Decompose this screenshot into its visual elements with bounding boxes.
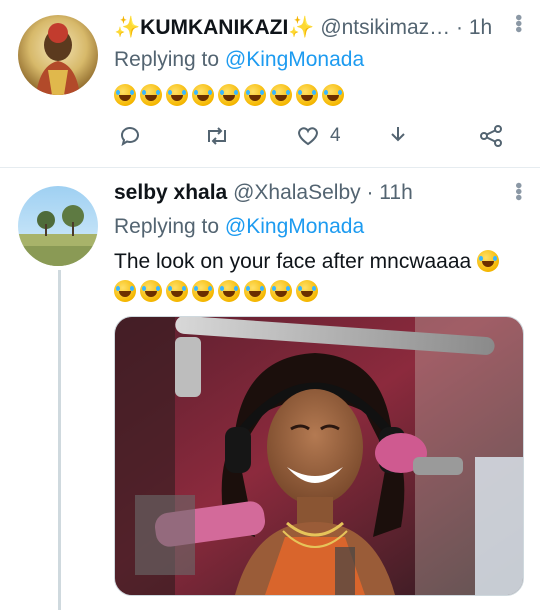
share-button[interactable] [386,124,410,148]
timestamp[interactable]: · 1h [456,16,492,39]
laughing-emoji-icon [166,280,188,302]
mention-link[interactable]: @KingMonada [225,215,364,238]
download-icon [391,127,405,142]
laughing-emoji-icon [270,84,292,106]
mention-link[interactable]: @KingMonada [225,48,364,71]
tweet-media-image[interactable] [114,316,524,596]
replying-prefix: Replying to [114,48,220,71]
laughing-emoji-icon [322,84,344,106]
laughing-emoji-icon [140,280,162,302]
laughing-emoji-icon [244,84,266,106]
display-name[interactable]: selby xhala [114,181,227,204]
like-count: 4 [330,125,341,146]
laughing-emoji-icon [140,84,162,106]
tweet-text [114,82,348,109]
tweet-header: selby xhala @XhalaSelby · 11h [114,180,413,206]
tweet-text-content: The look on your face after mncwaaaa [114,250,472,273]
replying-prefix: Replying to [114,215,220,238]
laughing-emoji-icon [192,84,214,106]
like-button[interactable]: 4 [296,124,341,148]
reply-button[interactable] [118,124,142,148]
tweet-1[interactable]: ✨KUMKANIKAZI✨ @ntsikimaz… · 1h ••• Reply… [0,0,540,167]
laughing-emoji-icon [270,280,292,302]
handle[interactable]: @ntsikimaz… [320,16,450,39]
heart-icon [298,127,318,146]
laughing-emoji-icon [244,280,266,302]
avatar[interactable] [18,186,98,266]
display-name[interactable]: KUMKANIKAZI [140,16,288,39]
share-icon [480,125,502,147]
retweet-icon [208,127,226,145]
laughing-emoji-icon [296,84,318,106]
tweet-header: ✨KUMKANIKAZI✨ @ntsikimaz… · 1h [114,15,492,41]
share-menu-button[interactable] [478,124,504,148]
thread-line [58,270,61,610]
more-options-icon[interactable]: ••• [506,14,529,32]
retweet-button[interactable] [204,124,230,148]
sparkles-icon: ✨ [114,16,141,39]
laughing-emoji-icon [296,280,318,302]
reply-icon [121,127,139,147]
sparkles-icon: ✨ [288,16,315,39]
replying-to: Replying to @KingMonada [114,47,364,73]
laughing-emoji-icon [114,280,136,302]
laughing-emoji-icon [477,250,500,272]
more-options-icon[interactable]: ••• [506,182,529,200]
laughing-emoji-icon [166,84,188,106]
laughing-emoji-icon [218,280,240,302]
laughing-emoji-icon [192,280,214,302]
timestamp[interactable]: · 11h [366,181,412,204]
handle[interactable]: @XhalaSelby [233,181,361,204]
replying-to: Replying to @KingMonada [114,214,364,240]
tweet-text: The look on your face after mncwaaaa [114,248,503,275]
avatar[interactable] [18,15,98,95]
tweet-emoji-line [114,278,322,305]
laughing-emoji-icon [218,84,240,106]
laughing-emoji-icon [114,84,136,106]
tweet-actions: 4 [112,124,512,154]
